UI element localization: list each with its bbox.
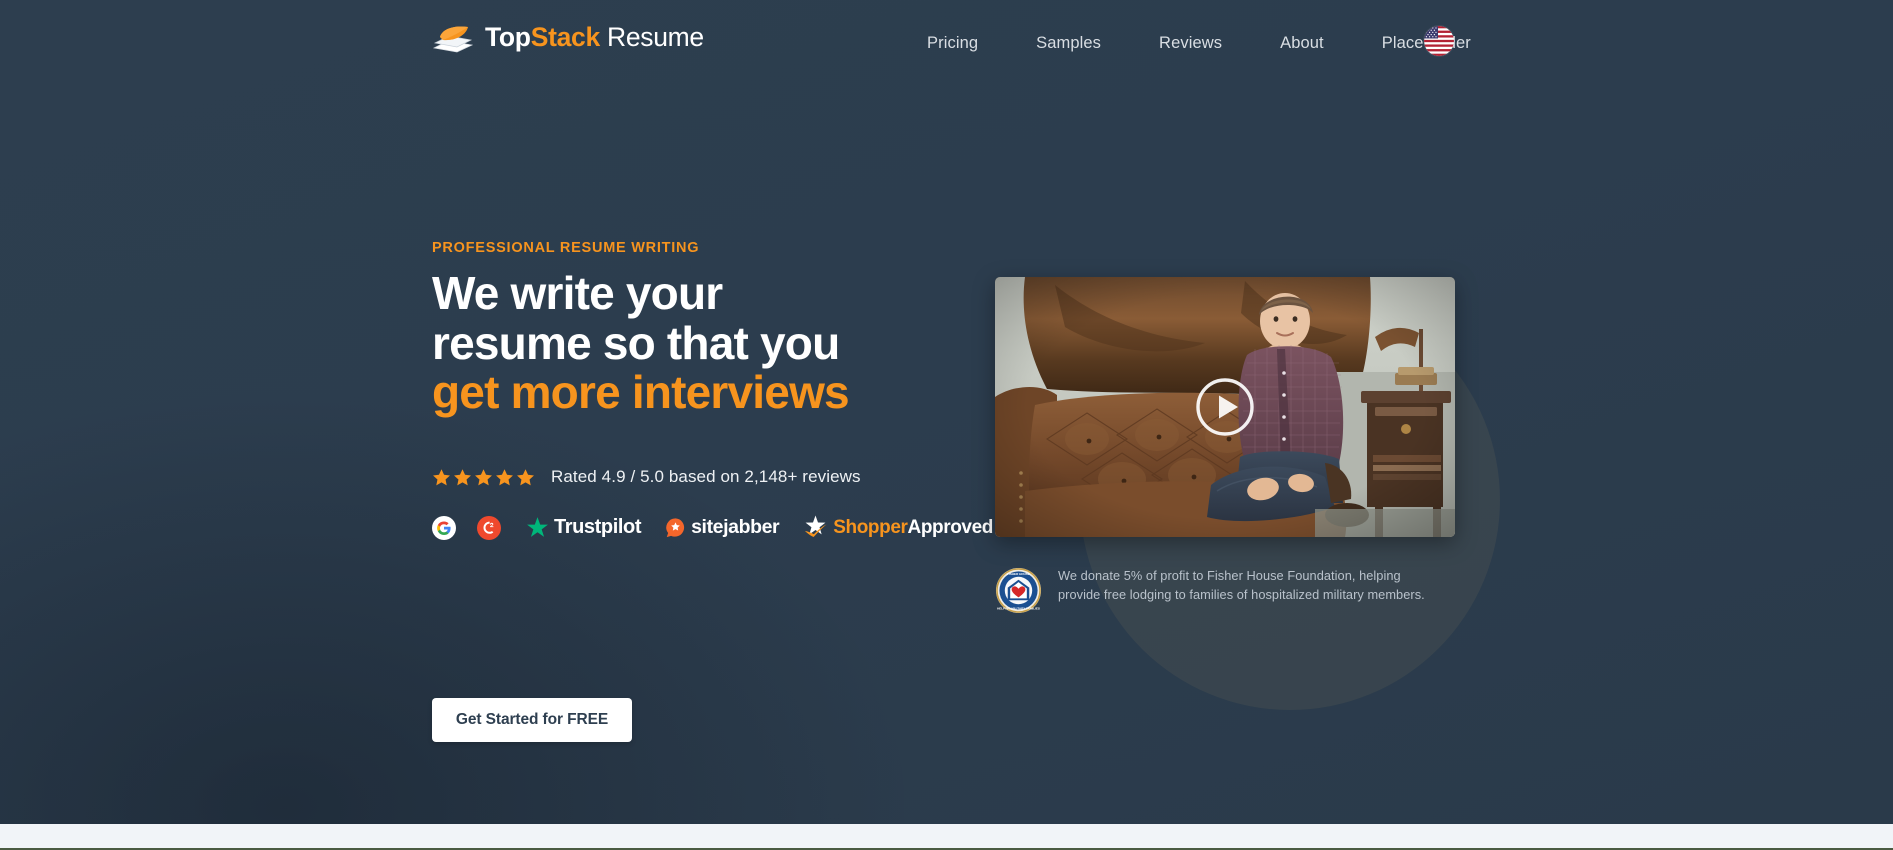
headline-line-1: We write your [432,267,723,319]
svg-text:HELPING MILITARY FAMILIES: HELPING MILITARY FAMILIES [997,607,1040,611]
star-icon [517,468,534,485]
review-badge-sitejabber[interactable]: sitejabber [665,516,780,539]
page-title: We write your resume so that you get mor… [432,267,972,419]
page-root: TopStack Resume Pricing Samples Reviews … [0,0,1893,850]
star-icon [496,468,513,485]
star-icon [475,468,492,485]
rating-text: Rated 4.9 / 5.0 based on 2,148+ reviews [551,467,861,487]
review-badges: Trustpilot sitejabber ShopperApproved [432,514,993,541]
trustpilot-star-icon [527,517,548,537]
nav-item-samples[interactable]: Samples [1007,30,1130,57]
hero-eyebrow: PROFESSIONAL RESUME WRITING [432,240,700,256]
review-badge-g2[interactable] [477,515,501,540]
headline-line-2: resume so that you [432,316,840,369]
hero-text-column: PROFESSIONAL RESUME WRITING We write you… [432,240,993,541]
review-badge-google[interactable] [432,515,456,540]
headline-accent: get more interviews [432,366,850,419]
review-badge-trustpilot-label: Trustpilot [554,516,642,539]
us-flag-svg [1424,26,1454,56]
shopper-word-orange: Shopper [833,516,908,538]
review-badge-sitejabber-label: sitejabber [691,516,780,539]
review-badge-shopper-approved[interactable]: ShopperApproved [801,514,993,541]
rating-row: Rated 4.9 / 5.0 based on 2,148+ reviews [432,467,972,487]
g2-icon [477,515,501,540]
get-started-button[interactable]: Get Started for FREE [432,698,632,742]
brand-name-stack: Stack [530,22,601,52]
nav-item-about[interactable]: About [1251,30,1353,57]
shopper-approved-star-icon [805,515,827,538]
nav-item-pricing[interactable]: Pricing [898,30,1007,57]
bottom-strip [0,824,1893,850]
google-g-icon [432,515,456,540]
brand-name-resume: Resume [599,22,704,52]
hero-video-player[interactable] [995,277,1455,537]
main-navigation: Pricing Samples Reviews About Place Orde… [898,30,1500,57]
sitejabber-icon [666,518,685,538]
fisher-house-seal-icon: FISHER HOUSE HELPING MILITARY FAMILIES [995,567,1042,614]
shopper-word-white: Approved [907,516,994,538]
video-thumbnail [995,277,1455,537]
stacked-papers-icon [432,25,474,52]
svg-text:FISHER HOUSE: FISHER HOUSE [1007,572,1030,576]
star-icon [433,468,450,485]
star-rating [432,468,535,487]
review-badge-shopper-approved-label: ShopperApproved [833,517,993,539]
us-flag-icon[interactable] [1424,26,1454,56]
review-badge-trustpilot[interactable]: Trustpilot [525,515,642,540]
nav-item-reviews[interactable]: Reviews [1130,30,1251,57]
brand-name-top: Top [485,22,531,52]
star-icon [454,468,471,485]
donation-text: We donate 5% of profit to Fisher House F… [1058,568,1425,602]
donation-notice: FISHER HOUSE HELPING MILITARY FAMILIES W… [995,567,1435,614]
brand-name: TopStack Resume [485,22,704,53]
site-header: TopStack Resume Pricing Samples Reviews … [0,0,1893,92]
brand-logo[interactable]: TopStack Resume [432,22,704,53]
